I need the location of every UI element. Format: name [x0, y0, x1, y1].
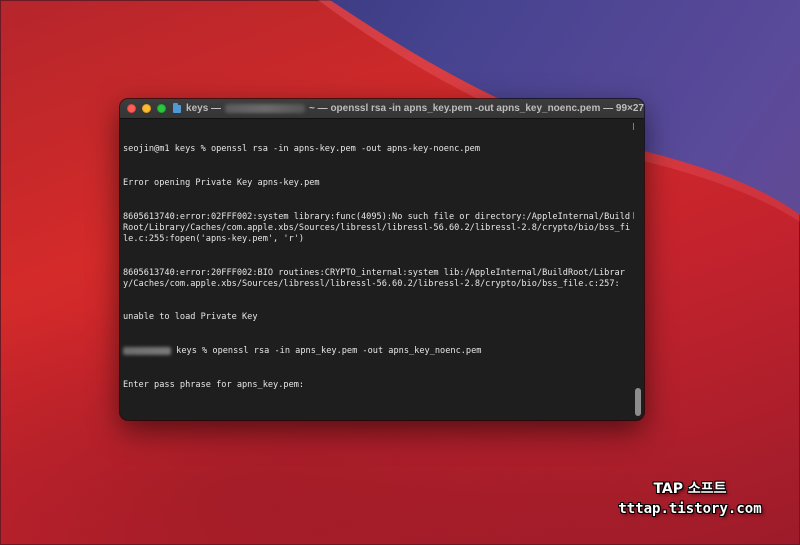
terminal-prompt-line: keys % openssl rsa -in apns_key.pem -out…	[123, 346, 632, 357]
scrollbar-thumb[interactable]	[635, 388, 641, 416]
prompt-command: keys % openssl rsa -in apns_key.pem -out…	[171, 346, 482, 357]
redacted-prompt	[123, 346, 171, 355]
window-title: keys — ~ — openssl rsa -in apns_key.pem …	[186, 103, 644, 114]
title-bar[interactable]: keys — ~ — openssl rsa -in apns_key.pem …	[120, 99, 644, 119]
folder-icon	[173, 102, 182, 113]
terminal-output[interactable]: seojin@m1 keys % openssl rsa -in apns-ke…	[120, 119, 632, 420]
scrollbar[interactable]	[633, 119, 642, 418]
terminal-line: seojin@m1 keys % openssl rsa -in apns-ke…	[123, 144, 480, 155]
window-title-prefix: keys —	[186, 103, 222, 114]
window-title-suffix: ~ — openssl rsa -in apns_key.pem -out ap…	[309, 103, 644, 114]
terminal-line: unable to load Private Key	[123, 312, 258, 323]
redacted-username	[225, 104, 306, 113]
terminal-line: 8605613740:error:02FFF002:system library…	[123, 211, 631, 245]
watermark: TAP 소프트 tttap.tistory.com	[600, 479, 780, 519]
terminal-line: 8605613740:error:20FFF002:BIO routines:C…	[123, 267, 625, 289]
watermark-url: tttap.tistory.com	[618, 501, 762, 517]
terminal-window[interactable]: keys — ~ — openssl rsa -in apns_key.pem …	[120, 99, 644, 420]
close-button[interactable]	[127, 104, 136, 113]
watermark-brand: TAP 소프트	[653, 481, 727, 497]
zoom-button[interactable]	[157, 104, 166, 113]
minimize-button[interactable]	[142, 104, 151, 113]
traffic-lights	[127, 104, 166, 113]
terminal-line: Error opening Private Key apns-key.pem	[123, 178, 320, 189]
terminal-line: Enter pass phrase for apns_key.pem:	[123, 379, 305, 390]
